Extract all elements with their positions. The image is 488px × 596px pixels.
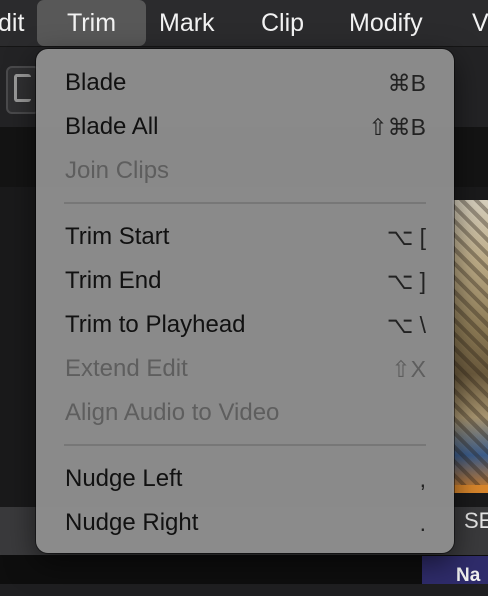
menu-mark[interactable]: Mark [159, 0, 215, 46]
clip-thumbnail-texture [452, 200, 488, 490]
menu-item-nudge-right[interactable]: Nudge Right . [36, 501, 454, 545]
menu-item-label: Blade All [65, 113, 159, 140]
footer-band [0, 555, 488, 584]
name-tab[interactable]: Na [422, 556, 488, 586]
menu-item-label: Blade [65, 69, 127, 96]
menu-item-label: Align Audio to Video [65, 399, 280, 426]
menu-item-label: Trim End [65, 267, 162, 294]
menu-item-label: Trim Start [65, 223, 170, 250]
menu-trim[interactable]: Trim [37, 0, 146, 46]
menu-modify[interactable]: Modify [349, 0, 423, 46]
menu-item-label: Nudge Right [65, 509, 199, 536]
menu-item-label: Join Clips [65, 157, 170, 184]
clip-range-bar [452, 485, 488, 493]
menu-item-label: Nudge Left [65, 465, 183, 492]
menu-item-trim-end[interactable]: Trim End ⌥ ] [36, 259, 454, 303]
shortcut-label: , [419, 466, 426, 492]
menu-item-trim-start[interactable]: Trim Start ⌥ [ [36, 215, 454, 259]
menu-edit[interactable]: dit [0, 0, 28, 46]
menu-item-trim-to-playhead[interactable]: Trim to Playhead ⌥ \ [36, 303, 454, 347]
shortcut-label: . [419, 510, 426, 536]
bottom-label: SE [464, 508, 488, 533]
trim-menu: Blade ⌘B Blade All ⇧⌘B Join Clips Trim S… [36, 49, 454, 553]
menu-item-label: Trim to Playhead [65, 311, 246, 338]
menu-item-blade-all[interactable]: Blade All ⇧⌘B [36, 105, 454, 149]
menu-item-extend-edit: Extend Edit ⇧X [36, 347, 454, 391]
menu-item-align-audio-to-video: Align Audio to Video [36, 391, 454, 435]
menu-item-blade[interactable]: Blade ⌘B [36, 61, 454, 105]
shortcut-label: ⌥ ] [386, 268, 426, 294]
menu-separator [64, 202, 426, 204]
menu-separator [64, 444, 426, 446]
shortcut-label: ⌘B [387, 70, 426, 96]
shortcut-label: ⌥ \ [386, 312, 426, 338]
shortcut-label: ⇧⌘B [368, 114, 426, 140]
menu-item-nudge-left[interactable]: Nudge Left , [36, 457, 454, 501]
shortcut-label: ⇧X [391, 356, 426, 382]
menu-clip[interactable]: Clip [261, 0, 304, 46]
menu-bar: dit Trim Mark Clip Modify V [0, 0, 488, 47]
menu-view[interactable]: V [472, 0, 488, 46]
menu-item-label: Extend Edit [65, 355, 188, 382]
menu-item-join-clips: Join Clips [36, 149, 454, 193]
bracket-icon [14, 74, 31, 102]
shortcut-label: ⌥ [ [386, 224, 426, 250]
